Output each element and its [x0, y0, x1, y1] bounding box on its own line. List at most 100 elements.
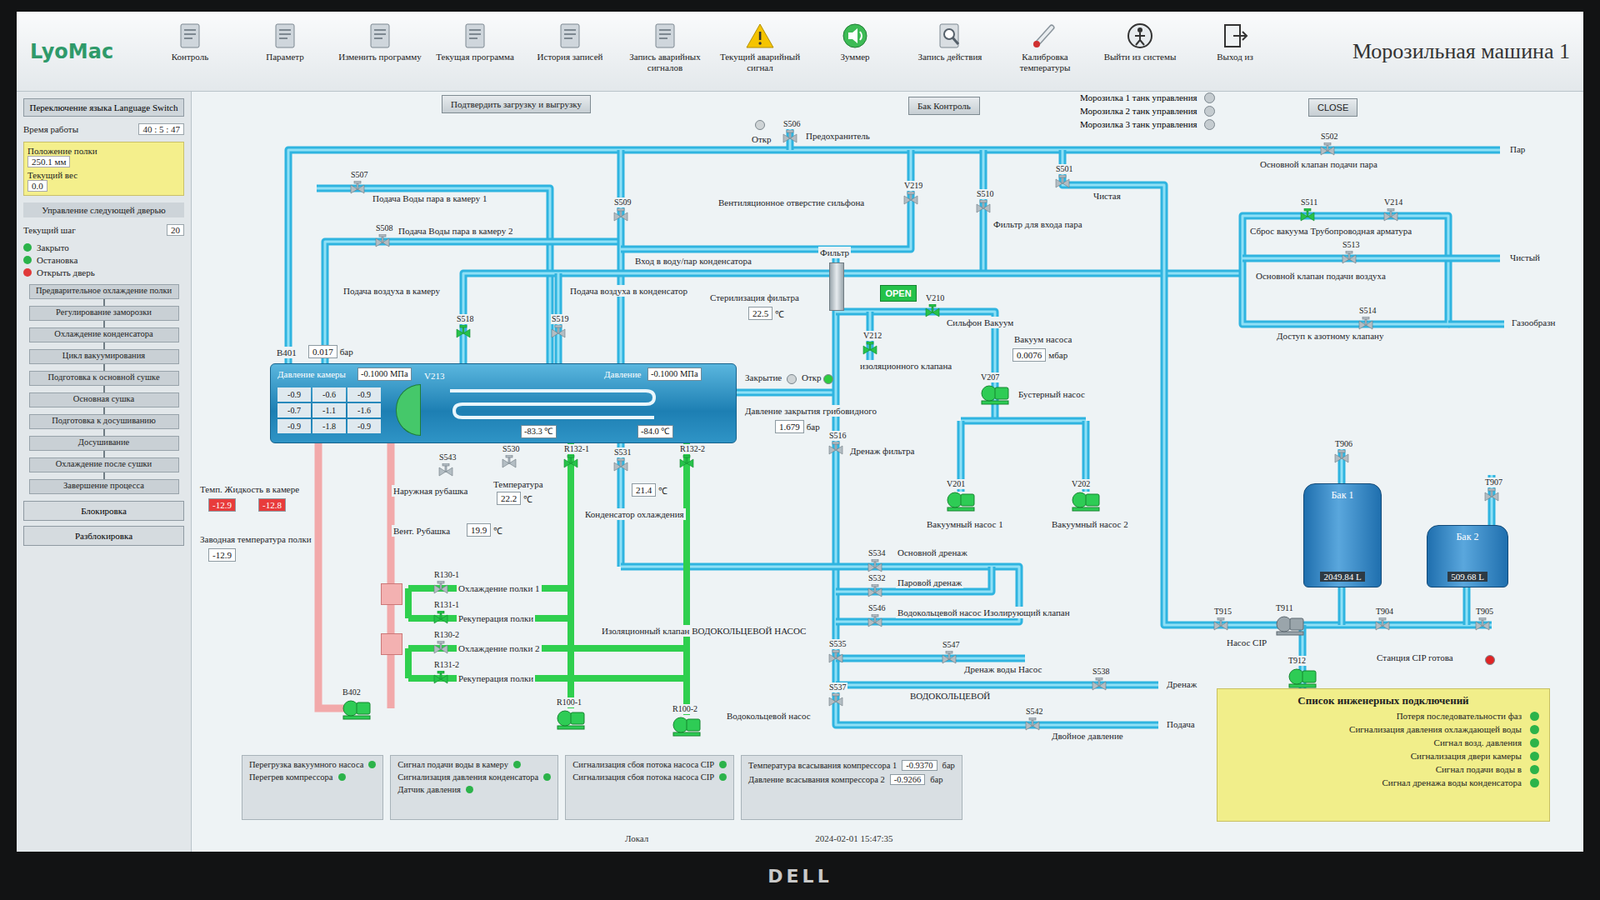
tank-mode-option[interactable]: Морозилка 1 танк управления — [1080, 91, 1215, 104]
toolbar-button[interactable]: Текущий аварийный сигнал — [713, 20, 807, 83]
step-item[interactable]: Регулирование заморозки — [29, 305, 180, 321]
valve[interactable]: S542 — [1025, 717, 1040, 733]
valve[interactable]: S507 — [350, 180, 365, 196]
valve[interactable]: S530 — [501, 455, 517, 470]
valve[interactable]: S519 — [550, 325, 566, 340]
valve[interactable]: S511 — [1300, 208, 1315, 224]
info-row: Положение полки250.1 мм — [27, 145, 180, 168]
pipe-highlight — [835, 684, 1159, 687]
toolbar-button[interactable]: Выход из — [1188, 20, 1282, 83]
radio-button[interactable] — [1204, 105, 1215, 117]
condenser-pressure-label: Давление — [604, 369, 641, 380]
valve[interactable]: S513 — [1341, 250, 1357, 266]
step-item[interactable]: Досушивание — [29, 435, 180, 451]
valve[interactable]: R131-1 — [433, 610, 449, 626]
valve[interactable]: T906 — [1334, 450, 1350, 465]
diagram-label: Бустерный насос — [1016, 388, 1087, 400]
valve[interactable]: V214 — [1383, 208, 1399, 224]
valve[interactable]: V210 — [925, 304, 940, 320]
valve[interactable]: S547 — [941, 650, 957, 666]
valve-tag: S516 — [828, 430, 848, 441]
toolbar-button[interactable]: Калибровка температуры — [998, 20, 1092, 83]
step-connector — [103, 450, 105, 458]
toolbar-button[interactable]: Изменить программу — [333, 20, 427, 83]
valve[interactable]: S543 — [438, 463, 454, 479]
radio-button[interactable] — [1204, 119, 1215, 130]
toolbar-button[interactable]: Запись аварийных сигналов — [618, 20, 712, 83]
lock-button[interactable]: Разблокировка — [23, 525, 185, 546]
pump[interactable]: T911 — [1275, 614, 1305, 636]
valve[interactable]: T904 — [1375, 617, 1390, 633]
pump[interactable]: V207 — [980, 383, 1010, 405]
diagram-label: Насос CIP — [1225, 636, 1269, 649]
valve-icon — [375, 234, 390, 250]
valve[interactable]: S501 — [1055, 175, 1070, 190]
valve[interactable]: T905 — [1475, 617, 1490, 633]
valve[interactable]: R130-2 — [433, 640, 449, 656]
pipe-highlight — [982, 150, 985, 274]
valve[interactable]: T907 — [1484, 488, 1500, 504]
step-item[interactable]: Охлаждение конденсатора — [29, 327, 180, 343]
valve[interactable]: V219 — [903, 191, 919, 207]
valve[interactable]: S506 — [782, 130, 798, 145]
valve[interactable]: S534 — [867, 559, 883, 575]
valve[interactable]: S508 — [375, 234, 390, 250]
tank-mode-option[interactable]: Морозилка 3 танк управления — [1080, 118, 1215, 130]
valve-tag: S519 — [550, 314, 570, 325]
valve[interactable]: R132-1 — [563, 455, 579, 470]
valve[interactable]: S535 — [828, 650, 844, 665]
toolbar-button[interactable]: Выйти из системы — [1093, 20, 1187, 83]
valve[interactable]: S537 — [828, 693, 844, 709]
step-item[interactable]: Основная сушка — [29, 392, 180, 408]
pipe — [463, 273, 1243, 364]
tank[interactable]: Бак 2509.68 L — [1426, 525, 1509, 588]
pump[interactable]: R100-1 — [555, 708, 586, 730]
valve[interactable]: R131-2 — [433, 670, 449, 686]
toolbar-button[interactable]: Параметр — [238, 20, 332, 83]
step-item[interactable]: Цикл вакуумирования — [29, 349, 180, 365]
tank-control-button[interactable]: Бак Контроль — [908, 96, 980, 115]
condenser-temperature: -83.3 ℃ — [520, 425, 557, 439]
toolbar-button[interactable]: Запись действия — [903, 20, 997, 83]
valve[interactable]: S509 — [613, 208, 629, 224]
step-item[interactable]: Подготовка к досушиванию — [29, 414, 180, 430]
tank-mode-option[interactable]: Морозилка 2 танк управления — [1080, 105, 1215, 117]
step-connector — [103, 320, 105, 328]
valve[interactable]: V212 — [862, 341, 878, 357]
valve[interactable]: S546 — [867, 614, 883, 630]
pump[interactable]: T912 — [1287, 666, 1318, 689]
toolbar-button[interactable]: История записей — [523, 20, 617, 83]
close-button[interactable]: CLOSE — [1308, 98, 1358, 117]
step-item[interactable]: Завершение процесса — [29, 479, 180, 495]
diagram-label: Водокольцевой насос — [725, 710, 813, 722]
valve[interactable]: S510 — [975, 200, 991, 215]
pump[interactable]: R100-2 — [671, 715, 702, 737]
step-item[interactable]: Предварительное охлаждение полки — [29, 284, 180, 300]
pump[interactable]: B402 — [341, 698, 372, 720]
language-switch-button[interactable]: Переключение языка Language Switch — [23, 98, 185, 117]
valve[interactable]: T915 — [1213, 617, 1229, 633]
valve-icon — [1383, 208, 1399, 224]
valve[interactable]: S502 — [1320, 142, 1335, 158]
pump[interactable]: V201 — [945, 490, 976, 512]
toolbar-button[interactable]: Зуммер — [808, 20, 902, 83]
valve-tag: S507 — [350, 170, 370, 180]
valve[interactable]: R130-1 — [433, 580, 449, 596]
radio-button[interactable] — [1204, 92, 1215, 104]
step-item[interactable]: Подготовка к основной сушке — [29, 370, 180, 386]
valve[interactable]: S518 — [455, 325, 471, 340]
valve[interactable]: S531 — [613, 458, 629, 474]
valve[interactable]: S532 — [867, 584, 883, 600]
engineering-item: Сигнал возд. давления — [1227, 737, 1540, 748]
toolbar-button[interactable]: Контроль — [143, 20, 237, 83]
logout-icon — [1125, 22, 1155, 50]
valve[interactable]: S516 — [828, 441, 844, 457]
toolbar-button[interactable]: Текущая программа — [428, 20, 522, 83]
valve[interactable]: R132-2 — [679, 455, 695, 470]
valve[interactable]: S538 — [1091, 677, 1107, 693]
step-item[interactable]: Охлаждение после сушки — [29, 457, 180, 473]
lock-button[interactable]: Блокировка — [23, 500, 185, 521]
tank[interactable]: Бак 12049.84 L — [1303, 483, 1382, 588]
pump[interactable]: V202 — [1070, 490, 1101, 512]
confirm-load-button[interactable]: Подтвердить загрузку и выгрузку — [441, 95, 591, 114]
